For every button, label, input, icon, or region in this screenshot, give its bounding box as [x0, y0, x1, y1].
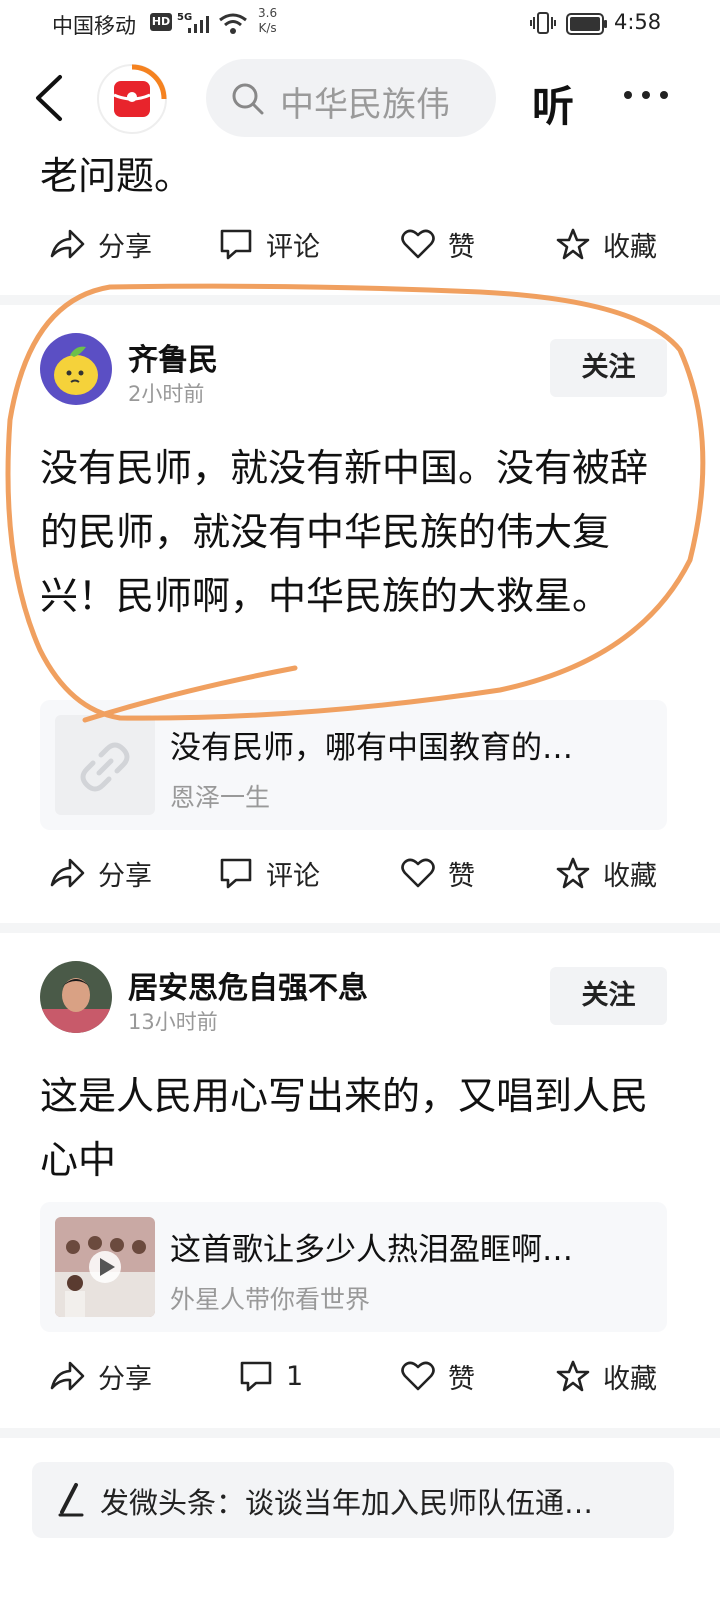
more-options-icon[interactable] — [622, 89, 670, 101]
comment-button[interactable]: 评论 — [218, 218, 320, 270]
share-label: 分享 — [98, 231, 152, 263]
post-time: 13小时前 — [128, 1010, 218, 1034]
like-button[interactable]: 赞 — [400, 847, 475, 899]
like-button[interactable]: 赞 — [400, 1350, 475, 1402]
top-nav-bar: 中华民族伟 听 — [0, 55, 720, 140]
net-speed-value: 3.6 — [258, 6, 278, 20]
previous-post-actions: 分享 评论 赞 收藏 — [0, 218, 720, 270]
favorite-button[interactable]: 收藏 — [555, 847, 657, 899]
pen-icon — [54, 1482, 86, 1518]
link-thumbnail — [55, 715, 155, 815]
favorite-label: 收藏 — [603, 1363, 657, 1395]
post-content[interactable]: 没有民师，就没有新中国。没有被辞的民师，就没有中华民族的伟大复兴！民师啊，中华民… — [40, 436, 680, 628]
carrier-name: 中国移动 — [52, 14, 136, 38]
star-icon — [556, 857, 590, 889]
favorite-label: 收藏 — [603, 860, 657, 892]
comment-icon — [240, 1361, 272, 1392]
link-source: 恩泽一生 — [170, 783, 271, 812]
post-actions: 分享 评论 赞 收藏 — [0, 847, 720, 899]
comment-button[interactable]: 1 — [238, 1350, 303, 1402]
back-arrow-icon[interactable] — [30, 73, 70, 123]
star-icon — [556, 228, 590, 260]
net-speed: 3.6 K/s — [258, 6, 277, 36]
heart-icon — [401, 229, 435, 259]
search-bar[interactable]: 中华民族伟 — [206, 59, 496, 137]
share-button[interactable]: 分享 — [48, 1350, 152, 1402]
status-time: 4:58 — [614, 10, 662, 34]
share-icon — [50, 229, 85, 259]
wifi-icon — [218, 12, 248, 36]
status-bar: 中国移动 HD 5G 3.6 K/s 4:58 — [0, 0, 720, 48]
signal-icon — [186, 14, 212, 34]
author-name[interactable]: 齐鲁民 — [128, 335, 218, 379]
link-source: 外星人带你看世界 — [170, 1285, 371, 1314]
heart-icon — [401, 858, 435, 888]
like-label: 赞 — [448, 1363, 475, 1395]
lemon-avatar-icon — [40, 333, 112, 405]
heart-icon — [401, 1361, 435, 1391]
video-thumbnail-image — [55, 1217, 155, 1317]
net-speed-unit: K/s — [258, 21, 277, 35]
favorite-button[interactable]: 收藏 — [555, 218, 657, 270]
comment-count: 1 — [286, 1360, 304, 1392]
post-divider — [0, 1428, 720, 1438]
like-label: 赞 — [448, 860, 475, 892]
comment-label: 评论 — [266, 860, 320, 892]
hd-badge: HD — [150, 13, 172, 31]
share-button[interactable]: 分享 — [48, 847, 152, 899]
avatar[interactable] — [40, 333, 112, 405]
share-label: 分享 — [98, 1363, 152, 1395]
previous-post-text: 老问题。 — [40, 154, 193, 198]
vibrate-icon — [530, 11, 556, 35]
link-title: 没有民师，哪有中国教育的… — [170, 730, 573, 766]
like-button[interactable]: 赞 — [400, 218, 475, 270]
comment-icon — [220, 229, 252, 260]
share-label: 分享 — [98, 860, 152, 892]
compose-prompt: 发微头条：谈谈当年加入民师队伍通… — [100, 1486, 594, 1520]
share-icon — [50, 1361, 85, 1391]
favorite-button[interactable]: 收藏 — [555, 1350, 657, 1402]
post-time: 2小时前 — [128, 382, 205, 406]
share-button[interactable]: 分享 — [48, 218, 152, 270]
avatar[interactable] — [40, 961, 112, 1033]
post-actions: 分享 1 赞 收藏 — [0, 1350, 720, 1402]
linked-article-card[interactable]: 没有民师，哪有中国教育的… 恩泽一生 — [40, 700, 667, 830]
listen-button[interactable]: 听 — [532, 73, 574, 134]
battery-icon — [566, 13, 608, 35]
star-icon — [556, 1360, 590, 1392]
follow-button[interactable]: 关注 — [550, 339, 667, 397]
linked-video-card[interactable]: 这首歌让多少人热泪盈眶啊… 外星人带你看世界 — [40, 1202, 667, 1332]
comment-button[interactable]: 评论 — [218, 847, 320, 899]
follow-button[interactable]: 关注 — [550, 967, 667, 1025]
person-photo-avatar — [40, 961, 112, 1033]
post-divider — [0, 295, 720, 305]
search-query: 中华民族伟 — [280, 85, 450, 125]
video-thumbnail — [55, 1217, 155, 1317]
app-logo-icon[interactable] — [96, 63, 168, 135]
search-icon — [230, 81, 266, 117]
author-name[interactable]: 居安思危自强不息 — [128, 963, 368, 1007]
comment-label: 评论 — [266, 231, 320, 263]
compose-post-bar[interactable]: 发微头条：谈谈当年加入民师队伍通… — [32, 1462, 674, 1538]
like-label: 赞 — [448, 231, 475, 263]
link-title: 这首歌让多少人热泪盈眶啊… — [170, 1232, 573, 1268]
favorite-label: 收藏 — [603, 231, 657, 263]
post-divider — [0, 923, 720, 933]
share-icon — [50, 858, 85, 888]
link-icon — [55, 715, 155, 815]
comment-icon — [220, 858, 252, 889]
post-content[interactable]: 这是人民用心写出来的，又唱到人民心中 — [40, 1064, 680, 1192]
